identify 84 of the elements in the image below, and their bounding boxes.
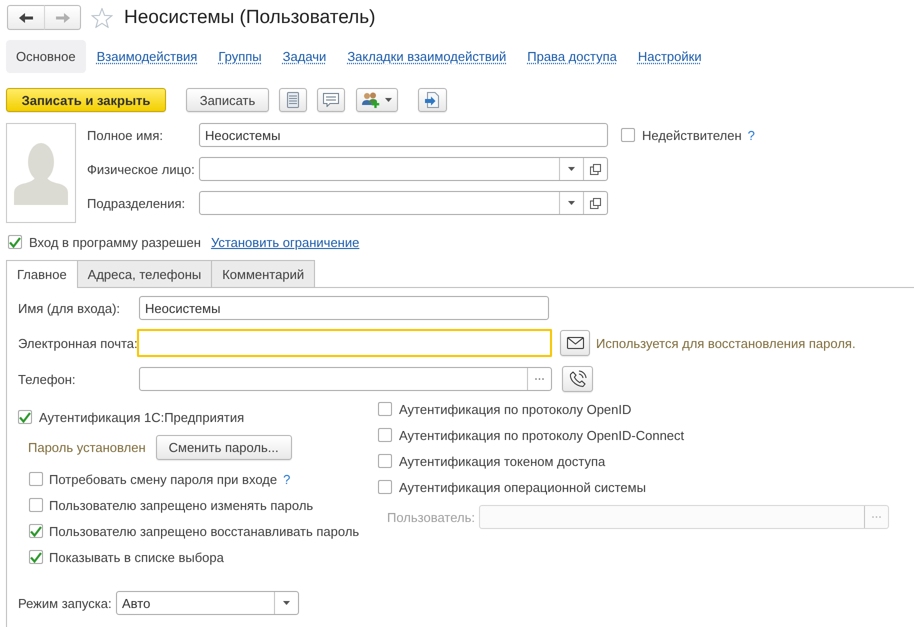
- checkbox-label: Пользователю запрещено изменять пароль: [49, 498, 314, 512]
- option-checkbox[interactable]: [29, 524, 43, 538]
- email-field[interactable]: [137, 329, 552, 357]
- comment-icon: [323, 93, 339, 107]
- caret-icon: [385, 98, 392, 102]
- list-icon: [287, 92, 299, 108]
- login-allowed-checkbox[interactable]: [8, 235, 22, 249]
- field-label: Режим запуска:: [18, 596, 113, 610]
- field-label: Пользователь:: [387, 510, 476, 524]
- section-link[interactable]: Взаимодействия: [86, 40, 208, 73]
- document-arrow-icon: [425, 92, 440, 108]
- star-icon[interactable]: [91, 8, 113, 28]
- field-label: Подразделения:: [87, 196, 186, 210]
- tab[interactable]: Адреса, телефоны: [78, 260, 212, 287]
- hint-text: Используется для восстановления пароля.: [596, 336, 856, 350]
- field-label: Полное имя:: [87, 128, 164, 142]
- caret-icon: [568, 167, 575, 171]
- section-link[interactable]: Права доступа: [517, 40, 627, 73]
- person-silhouette-icon: [14, 143, 68, 205]
- arrow-right-icon: [56, 12, 70, 22]
- reference-field[interactable]: [199, 157, 608, 181]
- section-link[interactable]: Настройки: [628, 40, 712, 73]
- field-label: Электронная почта:: [18, 336, 139, 350]
- auth-1c-checkbox[interactable]: [18, 410, 32, 424]
- field-label: Телефон:: [18, 372, 77, 386]
- call-button[interactable]: [562, 366, 593, 392]
- checkmark-icon: [30, 552, 42, 562]
- section-link[interactable]: Задачи: [272, 40, 336, 73]
- checkmark-icon: [9, 236, 21, 248]
- change-password-button[interactable]: Сменить пароль...: [156, 435, 292, 460]
- section-link[interactable]: Основное: [6, 40, 86, 73]
- field-label: Физическое лицо:: [87, 162, 196, 176]
- tab[interactable]: Комментарий: [212, 260, 316, 287]
- section-link[interactable]: Группы: [208, 40, 272, 73]
- checkbox-label: Аутентификация по протоколу OpenID-Connect: [399, 428, 684, 442]
- squares-icon: [590, 164, 601, 174]
- photo-frame[interactable]: [6, 123, 76, 223]
- window-title: Неосистемы (Пользователь): [124, 6, 376, 28]
- phone-field[interactable]: [139, 367, 552, 391]
- caret-icon: [568, 201, 575, 205]
- envelope-icon: [566, 337, 584, 349]
- checkbox-label: Потребовать смену пароля при входе: [49, 472, 278, 486]
- caret-icon: [283, 601, 290, 605]
- password-status: Пароль установлен: [28, 440, 146, 455]
- auth-checkbox[interactable]: [378, 480, 392, 494]
- checkbox-label: Аутентификация токеном доступа: [399, 454, 606, 468]
- launch-mode-combo[interactable]: Авто: [116, 591, 299, 615]
- field-label: Имя (для входа):: [18, 300, 122, 316]
- users-plus-icon: [362, 92, 380, 108]
- invalid-checkbox[interactable]: [621, 128, 635, 142]
- option-checkbox[interactable]: [29, 550, 43, 564]
- squares-icon: [590, 198, 601, 208]
- checkbox-label: Недействителен: [642, 128, 742, 142]
- comment-button[interactable]: [317, 88, 345, 112]
- help-link[interactable]: ?: [283, 472, 290, 486]
- send-email-button[interactable]: [560, 330, 590, 356]
- checkbox-label: Аутентификация операционной системы: [399, 480, 646, 494]
- option-checkbox[interactable]: [29, 498, 43, 512]
- checkmark-icon: [19, 412, 31, 422]
- phone-icon: [568, 370, 586, 388]
- help-link[interactable]: ?: [748, 128, 755, 142]
- save-button[interactable]: Записать: [186, 88, 269, 112]
- auth-checkbox[interactable]: [378, 402, 392, 416]
- auth-checkbox[interactable]: [378, 454, 392, 468]
- save-and-close-button[interactable]: Записать и закрыть: [6, 88, 166, 112]
- checkmark-icon: [30, 526, 42, 536]
- section-link[interactable]: Закладки взаимодействий: [337, 40, 516, 73]
- text-field[interactable]: Неосистемы: [199, 123, 608, 147]
- checkbox-label: Аутентификация по протоколу OpenID: [399, 402, 632, 416]
- tab[interactable]: Главное: [6, 260, 78, 288]
- auth-checkbox[interactable]: [378, 428, 392, 442]
- checkbox-label: Вход в программу разрешен: [29, 234, 201, 250]
- set-restriction-link[interactable]: Установить ограничение: [210, 234, 360, 250]
- back-button[interactable]: [7, 5, 44, 30]
- arrow-left-icon: [19, 12, 33, 22]
- users-menu-button[interactable]: [356, 88, 398, 112]
- report-button[interactable]: [279, 88, 307, 112]
- login-name-field[interactable]: Неосистемы: [139, 296, 549, 320]
- checkbox-label: Аутентификация 1С:Предприятия: [39, 410, 244, 424]
- export-button[interactable]: [418, 88, 447, 112]
- checkbox-label: Пользователю запрещено восстанавливать пароль: [49, 524, 360, 538]
- checkbox-label: Показывать в списке выбора: [49, 550, 224, 564]
- reference-field[interactable]: [199, 191, 608, 215]
- option-checkbox[interactable]: [29, 472, 43, 486]
